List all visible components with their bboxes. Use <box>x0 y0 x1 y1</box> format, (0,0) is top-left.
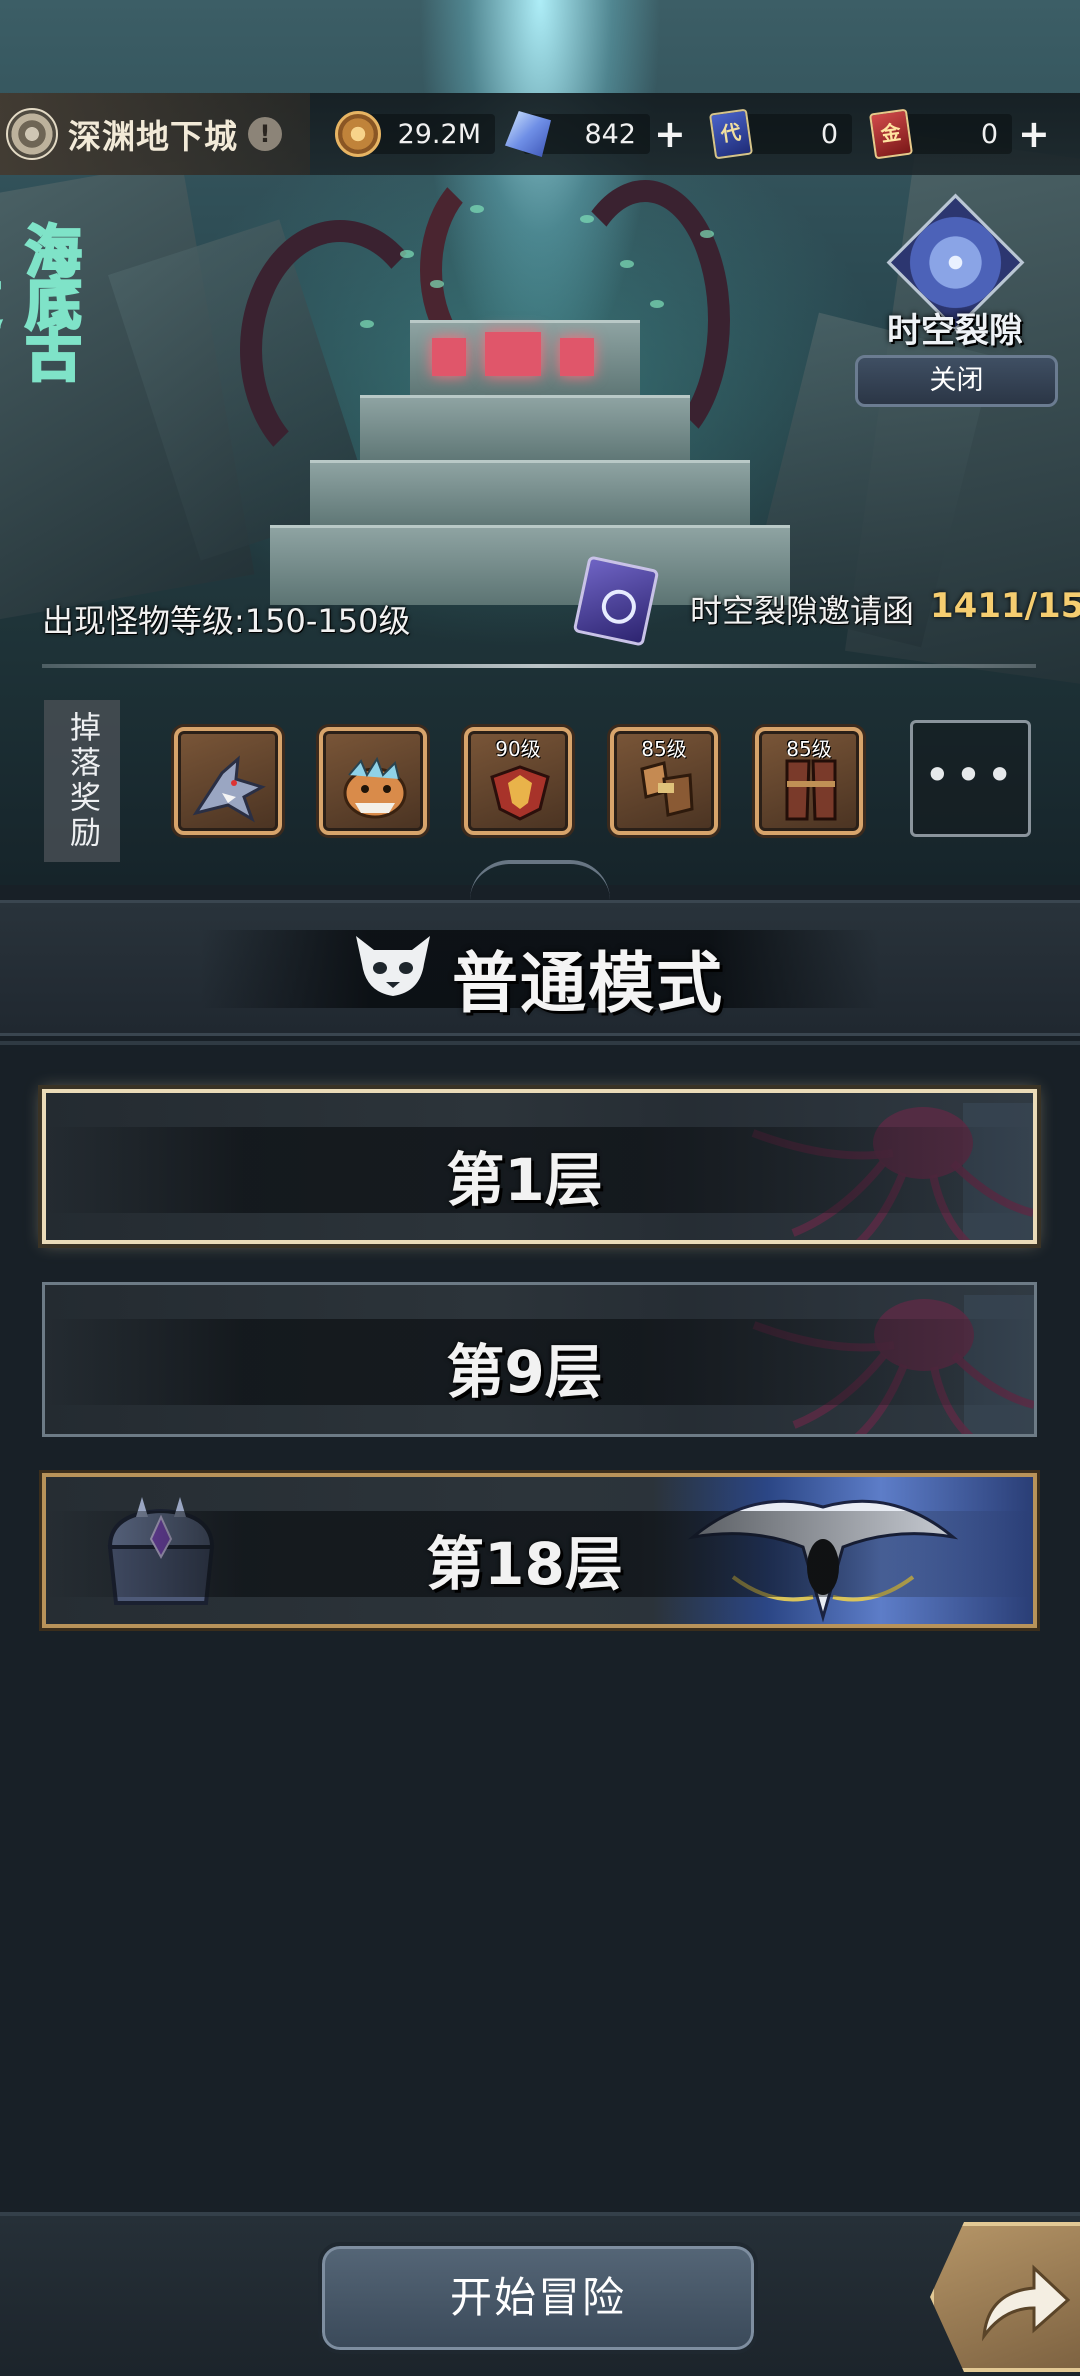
crystal-currency: 842 <box>505 106 650 162</box>
demon-skull-icon <box>356 936 430 996</box>
share-arrow-icon <box>982 2264 1071 2342</box>
crystal-value: 842 <box>584 118 636 150</box>
floor-item-boss[interactable]: 第18层 <box>42 1473 1037 1628</box>
floor-label: 第1层 <box>446 1146 603 1214</box>
reward-item[interactable] <box>174 727 282 835</box>
reward-item[interactable]: 85级 <box>755 727 863 835</box>
gold-currency: 29.2M <box>335 106 495 162</box>
red-card-currency: 金 0 <box>868 106 1012 162</box>
mode-title: 普通模式 <box>452 945 724 1022</box>
rift-label: 时空裂隙 <box>887 311 1023 351</box>
rift-close-button[interactable]: 关闭 <box>855 355 1058 407</box>
gold-coin-icon <box>335 111 381 157</box>
start-adventure-button[interactable]: 开始冒险 <box>318 2242 758 2354</box>
monster-level-text: 出现怪物等级:150-150级 <box>42 602 411 640</box>
drop-rewards-label: 掉落奖励 <box>44 700 120 862</box>
dinosaur-monster-icon <box>343 756 407 819</box>
currency-bar: 深渊地下城 ! 29.2M 842 + 代 0 金 0 + <box>0 93 1080 175</box>
dungeon-name: 深渊地下城 <box>68 117 238 156</box>
floor-label: 第9层 <box>446 1338 603 1406</box>
divider <box>42 664 1036 668</box>
more-rewards-button[interactable]: ••• <box>910 720 1031 837</box>
add-crystal-button[interactable]: + <box>654 106 686 162</box>
invite-label: 时空裂隙邀请函 <box>690 592 915 630</box>
reward-item[interactable]: 90级 <box>464 727 572 835</box>
gold-value: 29.2M <box>397 118 481 150</box>
floor-label: 第18层 <box>426 1530 623 1598</box>
red-card-value: 0 <box>980 118 998 150</box>
reward-item[interactable]: 85级 <box>610 727 718 835</box>
shoulder-armor-icon <box>490 765 550 821</box>
mode-ornament <box>470 860 610 900</box>
invite-count: 1411/15 <box>930 586 1080 626</box>
reward-item[interactable] <box>319 727 427 835</box>
abyss-swirl-icon <box>6 108 58 160</box>
floor-item[interactable]: 第9层 <box>42 1282 1037 1437</box>
blue-card-icon: 代 <box>708 108 754 160</box>
shark-monster-icon <box>192 755 266 823</box>
dungeon-title[interactable]: 深渊地下城 ! <box>0 93 310 175</box>
add-red-card-button[interactable]: + <box>1018 106 1050 162</box>
leg-armor-icon <box>785 759 837 821</box>
red-card-icon: 金 <box>868 108 914 160</box>
gauntlet-icon <box>640 761 694 817</box>
zone-name-banner: 海底古道 <box>0 221 83 380</box>
info-alert-icon[interactable]: ! <box>248 117 282 151</box>
blue-card-currency: 代 0 <box>708 106 852 162</box>
blue-card-value: 0 <box>820 118 838 150</box>
floor-item[interactable]: 第1层 <box>42 1089 1037 1244</box>
